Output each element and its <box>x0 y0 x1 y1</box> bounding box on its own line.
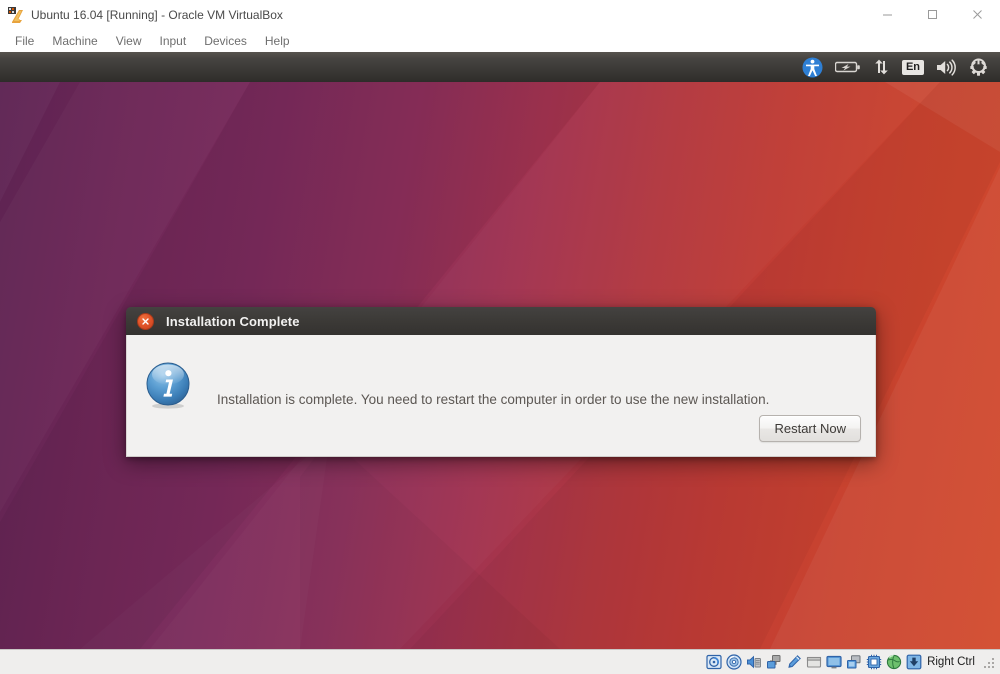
host-key-label: Right Ctrl <box>927 656 975 668</box>
dialog-titlebar: Installation Complete <box>126 307 876 335</box>
dialog-message: Installation is complete. You need to re… <box>217 392 770 407</box>
virtualbox-logo-icon <box>8 7 24 23</box>
display-indicator[interactable] <box>825 653 843 671</box>
optical-disk-icon <box>726 654 742 670</box>
keyboard-layout-label: En <box>901 59 924 75</box>
dialog-title: Installation Complete <box>166 313 300 329</box>
network-adapter-indicator[interactable] <box>765 653 783 671</box>
menu-item-file[interactable]: File <box>6 31 43 51</box>
menu-item-devices[interactable]: Devices <box>195 31 256 51</box>
menu-item-help[interactable]: Help <box>256 31 299 51</box>
optical-drive-indicator[interactable] <box>725 653 743 671</box>
host-key-icon <box>906 654 922 670</box>
audio-indicator[interactable] <box>745 653 763 671</box>
usb-indicator[interactable] <box>785 653 803 671</box>
accessibility-indicator[interactable] <box>796 52 829 82</box>
close-button[interactable] <box>955 0 1000 29</box>
gear-power-icon <box>969 57 988 77</box>
volume-indicator[interactable] <box>930 52 963 82</box>
speaker-icon <box>936 58 957 76</box>
usb-icon <box>786 654 802 670</box>
restart-now-button[interactable]: Restart Now <box>759 415 861 442</box>
video-capture-icon <box>846 654 862 670</box>
hard-disk-indicator[interactable] <box>705 653 723 671</box>
minimize-button[interactable] <box>865 0 910 29</box>
dialog-body: Installation is complete. You need to re… <box>126 335 876 457</box>
resize-grip[interactable] <box>982 655 996 669</box>
video-capture-indicator[interactable] <box>845 653 863 671</box>
host-key-indicator[interactable] <box>905 653 923 671</box>
battery-icon <box>834 60 861 74</box>
remote-desktop-indicator[interactable] <box>885 653 903 671</box>
cpu-chip-icon <box>866 654 882 670</box>
hard-disk-icon <box>706 654 722 670</box>
ubuntu-top-panel: En <box>0 52 1000 82</box>
accessibility-icon <box>802 57 823 78</box>
keyboard-indicator[interactable]: En <box>896 52 930 82</box>
menu-item-machine[interactable]: Machine <box>43 31 106 51</box>
dialog-close-button[interactable] <box>137 312 154 330</box>
folder-icon <box>806 654 822 670</box>
audio-icon <box>746 654 762 670</box>
network-arrows-icon <box>873 59 890 76</box>
statusbar: Right Ctrl <box>0 649 1000 674</box>
network-indicator[interactable] <box>867 52 896 82</box>
menu-item-input[interactable]: Input <box>151 31 196 51</box>
close-icon <box>141 317 150 326</box>
guest-screen: En Installation Complete Installation is… <box>0 52 1000 649</box>
host-titlebar: Ubuntu 16.04 [Running] - Oracle VM Virtu… <box>0 0 1000 29</box>
host-window-title: Ubuntu 16.04 [Running] - Oracle VM Virtu… <box>31 8 283 22</box>
info-icon <box>144 361 192 409</box>
virtualbox-window: Ubuntu 16.04 [Running] - Oracle VM Virtu… <box>0 0 1000 674</box>
menubar: File Machine View Input Devices Help <box>0 29 1000 52</box>
installation-complete-dialog: Installation Complete Installation is co… <box>126 307 876 457</box>
network-icon <box>766 654 782 670</box>
window-controls <box>865 0 1000 29</box>
battery-indicator[interactable] <box>829 52 867 82</box>
maximize-button[interactable] <box>910 0 955 29</box>
display-icon <box>826 654 842 670</box>
menu-item-view[interactable]: View <box>107 31 151 51</box>
system-menu-indicator[interactable] <box>963 52 994 82</box>
globe-icon <box>886 654 902 670</box>
cpu-indicator[interactable] <box>865 653 883 671</box>
shared-folders-indicator[interactable] <box>805 653 823 671</box>
